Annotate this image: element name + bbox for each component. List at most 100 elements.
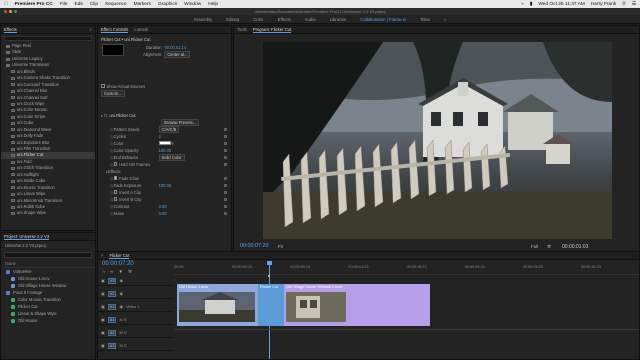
menu-edit[interactable]: Edit xyxy=(74,2,82,7)
effect-controls-tab[interactable]: Effect Controls xyxy=(101,27,129,33)
param-checkbox[interactable] xyxy=(113,197,118,201)
track-header[interactable]: ▣ A2 M S xyxy=(98,328,174,338)
param-value[interactable]: 100.00 xyxy=(159,148,172,153)
track-header[interactable]: ▣ A1 M S xyxy=(98,315,174,325)
lumetri-tab[interactable]: Lumetri xyxy=(134,27,148,32)
project-search-input[interactable] xyxy=(4,252,92,258)
lock-icon[interactable]: ▣ xyxy=(101,291,105,296)
program-video-frame[interactable] xyxy=(263,42,612,239)
param-checkbox[interactable] xyxy=(113,190,118,194)
workspace-effects[interactable]: Effects xyxy=(278,17,291,22)
clip-old-house[interactable]: Old House 1.mov xyxy=(177,284,258,326)
mute-solo-buttons[interactable]: M S xyxy=(119,330,126,335)
program-tab[interactable]: Program: Flicker Cut xyxy=(252,27,292,33)
project-item[interactable]: Old House xyxy=(1,317,95,324)
battery-icon[interactable]: ▮ xyxy=(530,2,533,7)
wrench-icon[interactable]: ⚒ xyxy=(128,269,132,275)
track-target[interactable]: A1 xyxy=(107,316,117,323)
program-timecode[interactable]: 00:00:07:20 xyxy=(240,243,268,249)
param-value[interactable]: 100.00 xyxy=(159,183,172,188)
track-header[interactable]: ▣ V1 ◉ Video 1 xyxy=(98,302,174,312)
track-target[interactable]: A3 xyxy=(107,342,117,349)
timeline-timecode[interactable]: 00:00:07:20 xyxy=(102,261,134,267)
project-item[interactable]: Linear & Shape Wipe xyxy=(1,310,95,317)
minimize-window-button[interactable] xyxy=(9,10,12,13)
project-tab[interactable]: Project: Universe 2.2 V3 xyxy=(4,234,50,240)
workspace-color[interactable]: Color xyxy=(253,17,263,22)
project-item[interactable]: VideoHive xyxy=(1,268,95,275)
effects-search-input[interactable] xyxy=(4,36,92,41)
transition-flicker-cut[interactable]: Flicker Cut xyxy=(258,284,284,326)
playhead-handle[interactable] xyxy=(267,261,272,265)
menubar-user[interactable]: Harry Frank xyxy=(591,2,616,7)
menu-list-icon[interactable]: ☰ xyxy=(632,2,636,7)
keyframe-button[interactable] xyxy=(224,204,227,208)
keyframe-button[interactable] xyxy=(224,148,227,152)
menu-sequence[interactable]: Sequence xyxy=(105,2,127,7)
keyframe-button[interactable] xyxy=(224,155,227,159)
custom-button[interactable]: Custom... xyxy=(101,89,125,97)
project-item[interactable]: Old House 1.mov xyxy=(1,275,95,282)
quality-dropdown[interactable]: Full xyxy=(531,244,538,249)
alignment-dropdown[interactable]: Center at... xyxy=(164,50,191,58)
effect-section-title[interactable]: uni.Flicker Cut xyxy=(109,113,135,118)
menu-window[interactable]: Window xyxy=(184,2,201,7)
track-header[interactable]: ▣ V3 ◉ xyxy=(98,276,174,286)
param-value[interactable]: Solid Color xyxy=(158,153,185,161)
show-sources-checkbox[interactable] xyxy=(101,84,105,88)
linked-selection-icon[interactable]: ∞ xyxy=(110,269,113,275)
menu-help[interactable]: Help xyxy=(208,2,218,7)
close-sequence-icon[interactable]: × xyxy=(101,253,103,258)
workspace-assembly[interactable]: Assembly xyxy=(194,17,213,22)
timeline-ruler[interactable]: 00:00 00:00:04:23 00:00:09:23 00:00:14:23 00… xyxy=(174,261,639,275)
app-menu[interactable]: Premiere Pro CC xyxy=(15,2,53,7)
keyframe-button[interactable] xyxy=(224,127,227,131)
keyframe-button[interactable] xyxy=(224,197,227,201)
track-header[interactable]: ▣ A3 M S xyxy=(98,341,174,351)
project-item[interactable]: Flicker Cut xyxy=(1,303,95,310)
tools-tab[interactable]: Tools xyxy=(237,27,247,32)
param-value[interactable]: 0.00 xyxy=(159,211,167,216)
param-value[interactable]: 0.00 xyxy=(159,204,167,209)
param-value[interactable]: 2 xyxy=(159,134,161,139)
eye-icon[interactable]: ◉ xyxy=(119,278,123,283)
clip-old-village-house[interactable]: Old Village House Window 2.mov xyxy=(284,284,430,326)
workspace-libraries[interactable]: Libraries xyxy=(330,17,346,22)
effects-tab[interactable]: Effects xyxy=(4,27,17,33)
lock-icon[interactable]: ▣ xyxy=(101,317,105,322)
track-header[interactable]: ▣ V2 ◉ xyxy=(98,289,174,299)
menubar-clock[interactable]: Wed Oct 25 11:47 AM xyxy=(538,2,584,7)
param-value[interactable]: C/A/C/B xyxy=(158,125,180,133)
zoom-fit-dropdown[interactable]: Fit xyxy=(278,244,283,249)
param-checkbox[interactable] xyxy=(113,176,118,180)
keyframe-button[interactable] xyxy=(224,190,227,194)
track-target[interactable]: A2 xyxy=(107,329,117,336)
keyframe-button[interactable] xyxy=(224,176,227,180)
menu-graphics[interactable]: Graphics xyxy=(158,2,177,7)
sequence-tab[interactable]: Flicker Cut xyxy=(109,253,130,259)
menu-markers[interactable]: Markers xyxy=(134,2,151,7)
workspace-audio[interactable]: Audio xyxy=(305,17,316,22)
lock-icon[interactable]: ▣ xyxy=(101,343,105,348)
eye-icon[interactable]: ◉ xyxy=(119,304,123,309)
duration-value[interactable]: 00:00:01:14 xyxy=(164,45,186,50)
eye-icon[interactable]: ◉ xyxy=(119,291,123,296)
apple-icon[interactable]:  xyxy=(4,2,8,7)
close-window-button[interactable] xyxy=(4,10,7,13)
search-icon[interactable]: ⚲ xyxy=(622,2,626,7)
keyframe-button[interactable] xyxy=(224,162,227,166)
project-item[interactable]: Old Village House Window xyxy=(1,282,95,289)
track-target[interactable]: V2 xyxy=(107,290,117,297)
track-target[interactable]: V3 xyxy=(107,277,117,284)
workspace-titles[interactable]: Titles xyxy=(420,17,430,22)
lock-icon[interactable]: ▣ xyxy=(101,278,105,283)
eyedropper-icon[interactable]: ✎ xyxy=(171,141,174,146)
settings-wrench-icon[interactable]: ⚒ xyxy=(547,244,551,250)
param-checkbox[interactable] xyxy=(113,162,118,166)
workspace-editing[interactable]: Editing xyxy=(226,17,239,22)
project-item[interactable]: Color Mosaic Transition xyxy=(1,296,95,303)
keyframe-button[interactable] xyxy=(224,134,227,138)
mute-solo-buttons[interactable]: M S xyxy=(119,317,126,322)
project-name-header[interactable]: Name xyxy=(1,260,95,268)
lock-icon[interactable]: ▣ xyxy=(101,330,105,335)
